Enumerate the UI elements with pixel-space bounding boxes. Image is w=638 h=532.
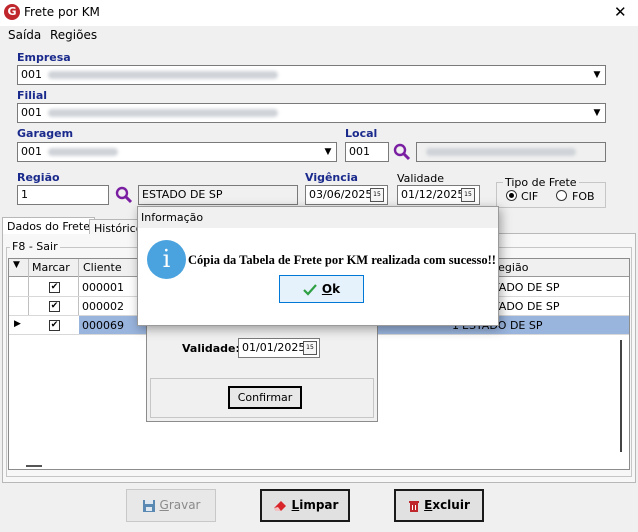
- local-code-input[interactable]: 001: [345, 142, 389, 162]
- menu-regioes[interactable]: Regiões: [50, 28, 97, 42]
- local-name-field: [416, 142, 606, 162]
- garagem-select[interactable]: 001: [17, 142, 337, 162]
- excluir-label: xcluir: [432, 498, 470, 512]
- ok-button[interactable]: Ok: [279, 275, 364, 303]
- calendar-icon[interactable]: 15: [303, 341, 317, 355]
- regiao-code-input[interactable]: 1: [17, 185, 109, 205]
- local-label: Local: [345, 127, 378, 140]
- local-name-redacted: [426, 148, 576, 156]
- tab-dados-frete[interactable]: Dados do Frete: [2, 217, 96, 234]
- chevron-down-icon[interactable]: ▼: [589, 104, 605, 122]
- radio-cif[interactable]: [506, 190, 517, 201]
- row-cliente: 000001: [82, 281, 124, 294]
- chevron-down-icon[interactable]: ▼: [589, 66, 605, 84]
- col-cliente[interactable]: Cliente: [83, 261, 122, 274]
- grid-scrollbar[interactable]: [620, 340, 622, 452]
- row-indicator-icon: ▶: [14, 319, 21, 329]
- search-icon[interactable]: [115, 186, 133, 204]
- row-cliente: 000069: [82, 319, 124, 332]
- ok-key: O: [321, 282, 333, 296]
- excluir-button[interactable]: Excluir: [394, 489, 484, 522]
- gravar-button[interactable]: Gravar: [126, 489, 216, 522]
- regiao-label: Região: [17, 171, 60, 184]
- gravar-key: G: [159, 498, 169, 512]
- tipo-frete-label: Tipo de Frete: [503, 176, 579, 189]
- filial-name-redacted: [48, 109, 278, 117]
- gravar-label: ravar: [168, 498, 201, 512]
- regiao-name-field: ESTADO DE SP: [138, 185, 298, 205]
- row-cliente: 000002: [82, 300, 124, 313]
- grid-header-sort-icon: ▼: [13, 260, 20, 270]
- section-label: F8 - Sair: [10, 240, 60, 253]
- close-icon[interactable]: ✕: [614, 3, 627, 21]
- confirmar-button[interactable]: Confirmar: [228, 386, 302, 409]
- chevron-down-icon[interactable]: ▼: [320, 143, 336, 161]
- limpar-button[interactable]: Limpar: [260, 489, 350, 522]
- inner-validade-label: Validade:: [182, 342, 240, 355]
- info-icon: i: [147, 240, 186, 279]
- radio-cif-label: CIF: [521, 190, 539, 203]
- filial-code: 001: [21, 106, 42, 119]
- grid-scroll-thumb[interactable]: [26, 465, 42, 467]
- garagem-label: Garagem: [17, 127, 74, 140]
- save-icon: [142, 499, 155, 512]
- filial-label: Filial: [17, 89, 48, 102]
- calendar-icon[interactable]: 15: [370, 188, 384, 202]
- limpar-label: impar: [299, 498, 339, 512]
- ok-label: k: [332, 282, 341, 296]
- row-checkbox[interactable]: ✔: [49, 320, 60, 331]
- row-checkbox[interactable]: ✔: [49, 301, 60, 312]
- row-checkbox[interactable]: ✔: [49, 282, 60, 293]
- search-icon[interactable]: [393, 143, 411, 161]
- vigencia-label: Vigência: [305, 171, 358, 184]
- trash-icon: [409, 500, 420, 512]
- empresa-code: 001: [21, 68, 42, 81]
- validade-label: Validade: [397, 172, 444, 185]
- radio-fob[interactable]: [556, 190, 567, 201]
- garagem-code: 001: [21, 145, 42, 158]
- garagem-name-redacted: [48, 148, 118, 156]
- empresa-name-redacted: [48, 71, 278, 79]
- col-marcar[interactable]: Marcar: [32, 261, 70, 274]
- menu-saida[interactable]: Saída: [8, 28, 41, 42]
- radio-fob-label: FOB: [572, 190, 595, 203]
- info-message: Cópia da Tabela de Frete por KM realizad…: [188, 253, 496, 267]
- calendar-icon[interactable]: 15: [461, 188, 475, 202]
- app-logo: G: [4, 4, 20, 20]
- filial-select[interactable]: 001: [17, 103, 606, 123]
- checkmark-icon: [303, 283, 317, 296]
- eraser-icon: [273, 500, 286, 511]
- window-title: Frete por KM: [24, 5, 100, 19]
- info-dialog-title: Informação: [141, 211, 204, 224]
- empresa-select[interactable]: 001: [17, 65, 606, 85]
- empresa-label: Empresa: [17, 51, 71, 64]
